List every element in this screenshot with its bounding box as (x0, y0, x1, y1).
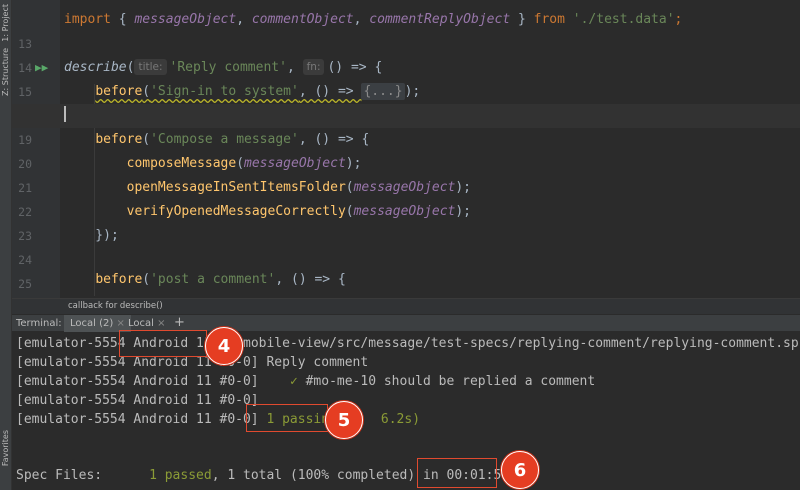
structure-tool-button[interactable]: Z: Structure (1, 48, 10, 96)
terminal-line: [emulator-5554 Android 11 #0-0] ✓ #mo-me… (16, 374, 596, 389)
code-line-21: 21 composeMessage(messageObject); (12, 152, 800, 195)
highlight-box-duration (417, 458, 497, 488)
new-terminal-button[interactable]: + (174, 315, 185, 331)
code-line-14: 14 (12, 32, 800, 75)
check-icon: ✓ (289, 374, 298, 389)
code-line-26: 26 before('post a comment', () => { (12, 268, 800, 298)
highlight-box-passing (246, 404, 328, 432)
code-line-15: 15 ▶▶ describe(title: 'Reply comment', fn… (12, 56, 800, 99)
close-tab-icon[interactable]: × (157, 318, 165, 329)
test-duration: 6.2s) (380, 412, 421, 427)
text-cursor (64, 106, 66, 122)
tool-window-strip: 1: Project Z: Structure Favorites (0, 0, 12, 490)
code-line-23: 23 verifyOpenedMessageCorrectly(messageO… (12, 200, 800, 243)
terminal-line: [emulator-5554 Android 11 #0-0] (16, 393, 259, 408)
folded-code-block[interactable]: {...} (361, 83, 405, 100)
parameter-hint: fn: (302, 59, 325, 75)
code-line-13: 13 import { messageObject, commentObject… (12, 8, 800, 51)
code-line-22: 22 openMessageInSentItemsFolder(messageO… (12, 176, 800, 219)
code-line-16: 16 before('Sign-in to system', () => {..… (12, 80, 800, 123)
annotation-badge-4: 4 (205, 327, 243, 365)
project-tool-button[interactable]: 1: Project (1, 4, 10, 42)
annotation-badge-6: 6 (501, 451, 539, 489)
annotation-badge-5: 5 (325, 401, 363, 439)
terminal-label: Terminal: (16, 318, 62, 329)
close-tab-icon[interactable]: × (116, 318, 124, 329)
run-test-icon[interactable]: ▶▶ (35, 56, 48, 80)
code-line-20: 20 before('Compose a message', () => { (12, 128, 800, 171)
favorites-tool-button[interactable]: Favorites (1, 430, 10, 466)
code-line-24: 24 }); (12, 224, 800, 267)
highlight-box-device (119, 330, 207, 357)
parameter-hint: title: (134, 59, 167, 75)
spec-passed: 1 passed (149, 468, 212, 483)
code-line-19[interactable]: 19 (12, 104, 800, 147)
code-editor[interactable]: 13 import { messageObject, commentObject… (12, 0, 800, 298)
editor-breadcrumb[interactable]: callback for describe() (12, 298, 800, 314)
